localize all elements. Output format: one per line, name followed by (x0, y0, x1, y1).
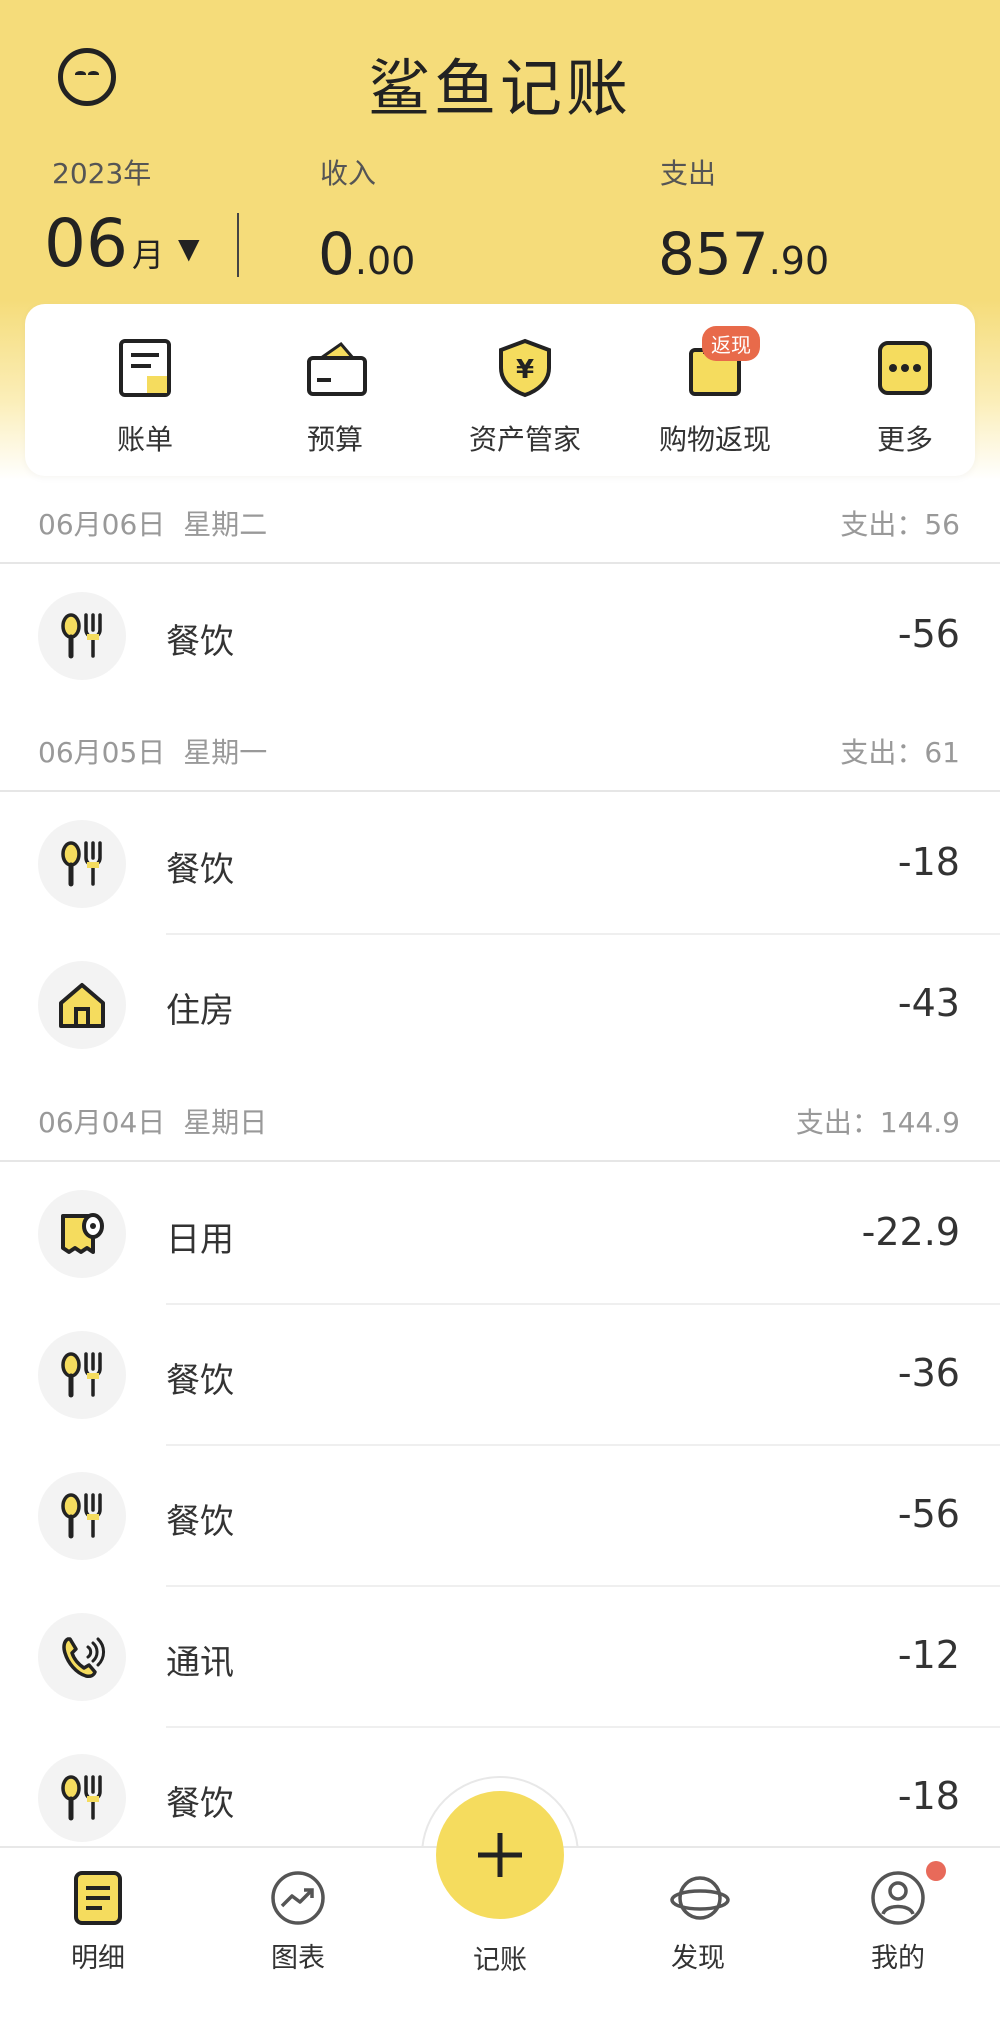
month-selector[interactable]: 06 月 ▼ (44, 205, 200, 282)
day-header: 06月05日 星期一 支出：61 (0, 712, 1000, 792)
tab-discover[interactable]: 发现 (638, 1870, 758, 1975)
shield-yen-icon: ¥ (497, 338, 553, 398)
planet-icon (670, 1870, 730, 1926)
phone-icon (38, 1613, 126, 1701)
dining-icon (38, 1472, 126, 1560)
month-unit: 月 (131, 236, 164, 274)
day-total: 支出：144.9 (795, 1106, 960, 1139)
house-icon (38, 961, 126, 1049)
day-header: 06月04日 星期日 支出：144.9 (0, 1082, 1000, 1162)
month-number: 06 (44, 205, 128, 282)
record-row[interactable]: 餐饮 -36 (0, 1305, 1000, 1446)
notification-dot (926, 1861, 946, 1881)
add-record-button[interactable] (436, 1791, 564, 1919)
app-title: 鲨鱼记账 (367, 52, 632, 125)
tissue-roll-icon (38, 1190, 126, 1278)
income-value: 0.00 (318, 220, 416, 288)
cashback-badge: 返现 (702, 326, 760, 361)
plus-icon (478, 1833, 522, 1877)
trend-chart-icon (270, 1870, 326, 1926)
tab-mine[interactable]: 我的 (838, 1870, 958, 1975)
more-icon (877, 338, 933, 398)
record-row[interactable]: 餐饮 -56 (0, 566, 1000, 707)
day-total: 支出：56 (840, 508, 960, 541)
expense-label: 支出 (660, 157, 717, 190)
caret-down-icon: ▼ (178, 232, 200, 265)
shortcut-panel: 账单 预算 ¥ 资产管家 购物返现 更多 (25, 304, 975, 476)
day-header: 06月06日 星期二 支出：56 (0, 484, 1000, 564)
tab-detail[interactable]: 明细 (38, 1870, 158, 1975)
svg-text:¥: ¥ (516, 355, 534, 385)
shortcut-budget[interactable]: 预算 (255, 338, 415, 458)
expense-value: 857.90 (658, 220, 830, 288)
wallet-icon (307, 338, 367, 398)
add-record-label: 记账 (473, 1945, 527, 1976)
record-row[interactable]: 餐饮 -56 (0, 1446, 1000, 1587)
year-label: 2023年 (52, 157, 152, 190)
divider (237, 213, 239, 277)
tab-charts[interactable]: 图表 (238, 1870, 358, 1975)
income-label: 收入 (320, 157, 377, 190)
shortcut-bill[interactable]: 账单 (65, 338, 225, 458)
day-total: 支出：61 (840, 736, 960, 769)
dining-icon (38, 592, 126, 680)
record-row[interactable]: 餐饮 -18 (0, 794, 1000, 935)
dining-icon (38, 1754, 126, 1842)
bill-icon (117, 338, 173, 398)
record-row[interactable]: 日用 -22.9 (0, 1164, 1000, 1305)
dining-icon (38, 820, 126, 908)
list-document-icon (70, 1870, 126, 1926)
dining-icon (38, 1331, 126, 1419)
record-row[interactable]: 住房 -43 (0, 935, 1000, 1076)
shortcut-assets[interactable]: ¥ 资产管家 (445, 338, 605, 458)
record-row[interactable]: 通讯 -12 (0, 1587, 1000, 1728)
shortcut-more[interactable]: 更多 (825, 338, 985, 458)
user-profile-icon (870, 1870, 926, 1926)
